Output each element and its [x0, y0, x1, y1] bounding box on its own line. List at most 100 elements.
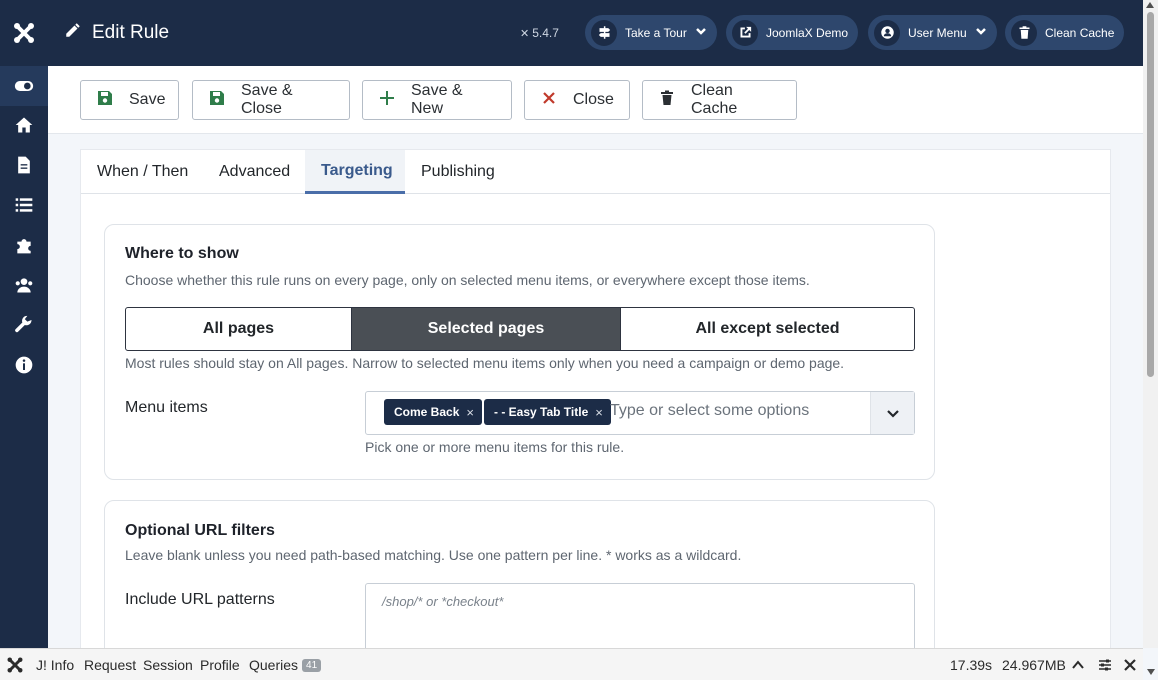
debug-memory: 24.967MB	[1002, 649, 1066, 680]
sliders-icon[interactable]	[1098, 649, 1112, 680]
toggle-icon[interactable]	[0, 66, 48, 106]
floppy-disk-icon	[209, 90, 225, 111]
close-x-icon	[541, 90, 557, 111]
tab-list: When / Then Advanced Targeting Publishin…	[81, 150, 1110, 194]
tab-advanced-label: Advanced	[219, 163, 291, 180]
menu-items-label: Menu items	[125, 399, 208, 416]
save-button[interactable]: Save	[80, 80, 179, 120]
menu-items-search-input[interactable]: Type or select some options	[610, 402, 809, 420]
debug-tab-info[interactable]: J! Info	[36, 649, 74, 680]
menu-items-hint: Pick one or more menu items for this rul…	[365, 439, 625, 455]
plus-icon	[379, 90, 395, 111]
debug-tab-profile[interactable]: Profile	[200, 649, 240, 680]
debug-queries-label: Queries	[249, 657, 299, 673]
chevron-down-icon[interactable]	[870, 392, 914, 434]
scroll-down-arrow-icon[interactable]	[1147, 669, 1155, 675]
debug-request-label: Request	[84, 657, 137, 673]
debug-info-label: J! Info	[36, 657, 75, 673]
chip-label: Come Back	[394, 405, 460, 419]
chip-remove-icon[interactable]: ×	[595, 405, 603, 420]
include-url-patterns-label: Include URL patterns	[125, 591, 275, 608]
page-scrollbar[interactable]	[1143, 0, 1158, 648]
toolbar: Save Save & Close Save & New Close Clean…	[48, 66, 1143, 134]
chevron-down-icon	[975, 25, 987, 40]
close-label: Close	[573, 91, 614, 108]
take-a-tour-button[interactable]: Take a Tour	[585, 15, 717, 50]
page-scope-selector: All pages Selected pages All except sele…	[125, 307, 915, 351]
option-all-except-selected[interactable]: All except selected	[620, 308, 914, 350]
chip-label: - - Easy Tab Title	[494, 405, 589, 419]
page-title: Edit Rule	[64, 0, 169, 66]
wrench-icon[interactable]	[0, 305, 48, 345]
clean-cache-header-label: Clean Cache	[1045, 25, 1115, 40]
user-icon	[874, 19, 900, 46]
joomlax-demo-button[interactable]: JoomlaX Demo	[726, 15, 859, 50]
debug-bar: J! Info Request Session Profile Queries …	[0, 648, 1143, 680]
tab-publishing-label: Publishing	[421, 163, 495, 180]
debug-memory-value: 24.967MB	[1002, 657, 1066, 673]
url-filters-title: Optional URL filters	[125, 522, 275, 539]
users-icon[interactable]	[0, 265, 48, 305]
close-button[interactable]: Close	[524, 80, 630, 120]
tab-publishing[interactable]: Publishing	[405, 150, 511, 194]
scroll-thumb[interactable]	[1147, 12, 1154, 377]
user-menu-label: User Menu	[908, 25, 967, 40]
menu-item-chip: - - Easy Tab Title ×	[484, 399, 611, 425]
save-and-new-label: Save & New	[411, 82, 463, 117]
page-scope-hint: Most rules should stay on All pages. Nar…	[125, 355, 845, 371]
debug-tab-request[interactable]: Request	[84, 649, 136, 680]
file-icon[interactable]	[0, 145, 48, 185]
debug-time-value: 17.39s	[950, 657, 993, 673]
where-to-show-title: Where to show	[125, 245, 239, 262]
query-count-badge: 41	[302, 658, 322, 672]
list-icon[interactable]	[0, 185, 48, 225]
clean-cache-button[interactable]: Clean Cache	[642, 80, 797, 120]
edit-form-card: When / Then Advanced Targeting Publishin…	[80, 149, 1111, 670]
option-all-pages[interactable]: All pages	[126, 308, 351, 350]
page-title-text: Edit Rule	[92, 22, 170, 43]
trash-icon	[659, 90, 675, 111]
url-filters-section: Optional URL filters Leave blank unless …	[104, 500, 935, 670]
joomla-debug-logo-icon[interactable]	[6, 649, 24, 680]
debug-time: 17.39s	[950, 649, 992, 680]
save-label: Save	[129, 91, 166, 108]
sidebar	[0, 0, 48, 648]
debug-profile-label: Profile	[200, 657, 240, 673]
save-and-new-button[interactable]: Save & New	[362, 80, 512, 120]
chevron-down-icon	[695, 25, 707, 40]
debug-session-label: Session	[143, 657, 193, 673]
save-and-close-button[interactable]: Save & Close	[192, 80, 350, 120]
chip-remove-icon[interactable]: ×	[466, 405, 474, 420]
option-selected-pages-label: Selected pages	[427, 320, 545, 337]
menu-item-chip: Come Back ×	[384, 399, 482, 425]
version-label: ✕ 5.4.7	[520, 0, 559, 66]
chevron-up-icon[interactable]	[1071, 649, 1085, 680]
take-a-tour-label: Take a Tour	[625, 25, 687, 40]
tab-targeting[interactable]: Targeting	[305, 150, 405, 194]
external-link-icon	[732, 19, 758, 46]
where-to-show-section: Where to show Choose whether this rule r…	[104, 224, 935, 480]
menu-items-select[interactable]: Come Back × - - Easy Tab Title × Type or…	[365, 391, 915, 435]
puzzle-icon[interactable]	[0, 225, 48, 265]
option-all-except-selected-label: All except selected	[695, 320, 840, 337]
tab-targeting-label: Targeting	[321, 161, 393, 179]
scroll-up-arrow-icon[interactable]	[1146, 2, 1154, 8]
url-filters-description: Leave blank unless you need path-based m…	[125, 547, 742, 563]
header: Edit Rule ✕ 5.4.7 Take a Tour JoomlaX De…	[48, 0, 1143, 66]
home-icon[interactable]	[0, 105, 48, 145]
save-and-close-label: Save & Close	[241, 82, 293, 117]
option-selected-pages[interactable]: Selected pages	[351, 308, 620, 350]
joomla-logo-icon[interactable]	[0, 0, 48, 66]
tab-advanced[interactable]: Advanced	[203, 150, 306, 194]
trash-icon	[1011, 19, 1037, 46]
debug-tab-session[interactable]: Session	[143, 649, 193, 680]
clean-cache-header-button[interactable]: Clean Cache	[1005, 15, 1125, 50]
tab-when-then[interactable]: When / Then	[81, 150, 204, 194]
floppy-disk-icon	[97, 90, 113, 111]
option-all-pages-label: All pages	[202, 320, 275, 337]
user-menu-button[interactable]: User Menu	[868, 15, 997, 50]
version-text: 5.4.7	[532, 26, 559, 40]
close-icon[interactable]	[1123, 649, 1137, 680]
debug-tab-queries[interactable]: Queries 41	[249, 649, 322, 680]
info-icon[interactable]	[0, 345, 48, 385]
